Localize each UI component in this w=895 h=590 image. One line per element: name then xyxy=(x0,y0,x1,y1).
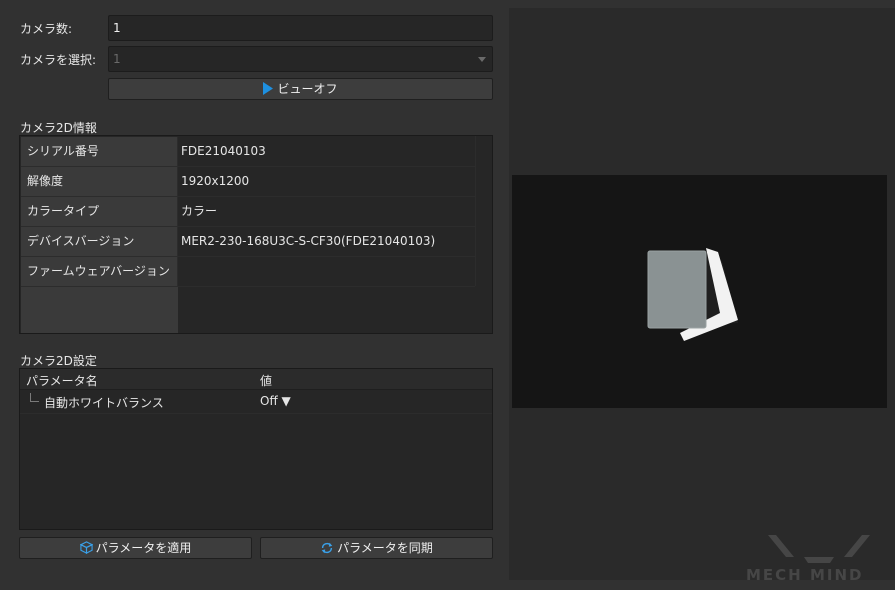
sync-icon xyxy=(321,542,333,554)
parameter-row[interactable]: 自動ホワイトバランス Off ▼ xyxy=(20,391,492,414)
apply-parameters-label: パラメータを適用 xyxy=(95,541,192,555)
cube-icon xyxy=(79,541,93,554)
parameter-name: 自動ホワイトバランス xyxy=(44,396,164,410)
info-key: カラータイプ xyxy=(21,197,178,226)
parameter-table-header: パラメータ名 値 xyxy=(20,369,492,390)
camera-select-dropdown[interactable]: 1 xyxy=(108,46,493,72)
sync-parameters-label: パラメータを同期 xyxy=(337,541,433,555)
info-row: カラータイプ カラー xyxy=(21,197,475,227)
info-value: 1920x1200 xyxy=(181,174,250,188)
camera-image-scene xyxy=(512,175,887,408)
view-off-button[interactable]: ビューオフ xyxy=(108,78,493,100)
info-table: シリアル番号 FDE21040103 解像度 1920x1200 カラータイプ … xyxy=(19,135,493,334)
camera-count-label: カメラ数: xyxy=(20,22,73,36)
info-key: デバイスバージョン xyxy=(21,227,178,256)
chevron-down-icon xyxy=(478,57,486,62)
info-value: FDE21040103 xyxy=(181,144,266,158)
info-key: 解像度 xyxy=(21,167,178,196)
sync-parameters-button[interactable]: パラメータを同期 xyxy=(260,537,493,559)
info-value: カラー xyxy=(181,204,218,218)
camera-select-value: 1 xyxy=(113,52,121,66)
info-row: ファームウェアバージョン xyxy=(21,257,475,287)
auto-white-balance-dropdown[interactable]: Off ▼ xyxy=(260,394,291,408)
column-header-value: 値 xyxy=(260,374,273,388)
info-empty-key-column xyxy=(21,287,178,333)
info-section-title: カメラ2D情報 xyxy=(20,121,97,135)
camera-count-field[interactable]: 1 xyxy=(108,15,493,41)
info-key: シリアル番号 xyxy=(21,137,178,166)
info-row: シリアル番号 FDE21040103 xyxy=(21,137,475,167)
camera-select-label: カメラを選択: xyxy=(20,53,97,67)
settings-section-title: カメラ2D設定 xyxy=(20,354,97,368)
camera-image xyxy=(512,175,887,408)
info-value: MER2-230-168U3C-S-CF30(FDE21040103) xyxy=(181,234,436,248)
info-key: ファームウェアバージョン xyxy=(21,257,178,286)
apply-parameters-button[interactable]: パラメータを適用 xyxy=(19,537,252,559)
parameter-table: パラメータ名 値 自動ホワイトバランス Off ▼ xyxy=(19,368,493,530)
mech-mind-logo-text: MECH MIND xyxy=(746,566,864,584)
info-row: デバイスバージョン MER2-230-168U3C-S-CF30(FDE2104… xyxy=(21,227,475,257)
mech-mind-logo: MECH MIND xyxy=(746,531,892,587)
mech-mind-logo-mark xyxy=(768,535,870,563)
info-divider xyxy=(475,136,476,286)
column-header-name: パラメータ名 xyxy=(26,374,98,388)
info-row: 解像度 1920x1200 xyxy=(21,167,475,197)
play-icon xyxy=(263,82,274,95)
tree-branch-line xyxy=(30,393,39,402)
view-off-label: ビューオフ xyxy=(277,82,338,96)
